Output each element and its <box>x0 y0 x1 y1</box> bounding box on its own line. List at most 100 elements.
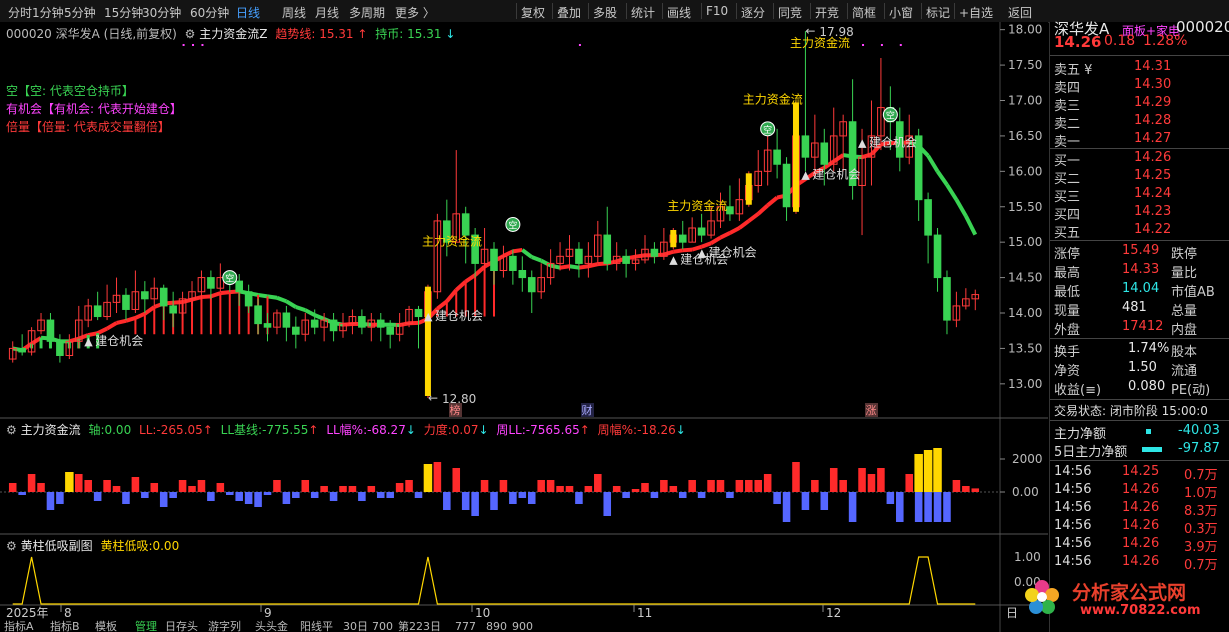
ask-label: 卖二 <box>1054 117 1081 132</box>
bottom-tab-12[interactable]: 890 <box>486 620 507 632</box>
flow-yellow-bar <box>923 450 933 492</box>
bottom-tab-6[interactable]: 头头金 <box>255 619 288 632</box>
flow-bar <box>216 483 225 492</box>
tick-row: 14:56 14.26 3.9万 <box>1050 536 1229 555</box>
divider <box>1050 55 1229 56</box>
sub2-name[interactable]: 黄柱低吸副图 <box>21 539 93 553</box>
bottom-tab-8[interactable]: 30日 <box>343 620 368 632</box>
toolbar-button-9[interactable]: 简框 <box>852 4 876 21</box>
toolbar-button-5[interactable]: F10 <box>706 4 728 18</box>
candle-body <box>46 319 55 342</box>
stat2-label: 换手 <box>1054 345 1081 360</box>
net-flow-row: 主力净额 -40.03 <box>1050 423 1229 442</box>
period-tab-4[interactable]: 30分钟 <box>142 4 181 21</box>
flow-bar <box>433 462 442 492</box>
flow-bar <box>499 480 508 492</box>
toolbar-button-12[interactable]: +自选 <box>959 4 993 21</box>
low-arrow-icon: ← <box>428 391 438 405</box>
toolbar-button-2[interactable]: 多股 <box>593 4 617 21</box>
period-tab-6[interactable]: 日线 <box>236 4 260 21</box>
build-triangle-icon: ▲ <box>84 335 93 348</box>
candle-body <box>18 347 26 353</box>
bottom-tab-5[interactable]: 游字列 <box>208 619 241 632</box>
build-triangle-icon: ▲ <box>858 137 867 150</box>
period-tab-5[interactable]: 60分钟 <box>190 4 229 21</box>
toolbar-button-3[interactable]: 统计 <box>631 4 655 21</box>
bottom-tab-10[interactable]: 第223日 <box>398 619 441 632</box>
flow-bar <box>877 468 885 492</box>
toolbar-button-11[interactable]: 标记 <box>926 4 950 21</box>
tick-row: 14:56 14.26 1.0万 <box>1050 482 1229 501</box>
watermark-title: 分析家公式网 <box>1072 582 1187 604</box>
build-chance-label: 建仓机会 <box>869 136 917 150</box>
candle-body <box>141 291 149 300</box>
bottom-tab-1[interactable]: 指标B <box>50 619 80 632</box>
build-triangle-icon: ▲ <box>669 253 678 266</box>
bottom-tab-9[interactable]: 700 <box>372 620 393 632</box>
gear-icon[interactable]: ⚙ <box>185 27 196 41</box>
build-chance-label: 建仓机会 <box>435 309 483 323</box>
tick-price: 14.25 <box>1122 464 1160 479</box>
period-tab-1[interactable]: 1分钟 <box>32 4 64 21</box>
period-tab-10[interactable]: 更多 〉 <box>395 4 435 21</box>
period-tab-0[interactable]: 分时 <box>8 4 32 21</box>
toolbar-button-6[interactable]: 逐分 <box>741 4 765 21</box>
candle-body <box>650 248 659 257</box>
trend-line-segment <box>587 262 599 269</box>
flow-yellow-bar <box>914 454 923 492</box>
flow-bar <box>414 492 423 498</box>
toolbar-button-1[interactable]: 叠加 <box>557 4 581 21</box>
gear-icon[interactable]: ⚙ <box>6 539 17 553</box>
stat-label: 涨停 <box>1054 247 1081 262</box>
toolbar-button-13[interactable]: 返回 <box>1008 4 1032 21</box>
net-flow-label: 5日主力净额 <box>1054 445 1128 460</box>
sub1-name[interactable]: 主力资金流 <box>21 423 81 437</box>
period-tab-7[interactable]: 周线 <box>282 4 306 21</box>
toolbar-button-4[interactable]: 画线 <box>667 4 691 21</box>
stat-row: 最低 14.04 市值AB <box>1050 281 1229 300</box>
trend-line-segment <box>578 264 589 270</box>
sub1-tick-label: 0.00 <box>1012 485 1039 499</box>
bottom-tab-3[interactable]: 管理 <box>135 619 157 632</box>
bottom-tab-13[interactable]: 900 <box>512 620 533 632</box>
flow-bar <box>622 492 630 498</box>
period-tab-2[interactable]: 5分钟 <box>64 4 96 21</box>
trend-line-segment <box>635 253 646 259</box>
stat-label-2: 市值AB <box>1171 285 1215 300</box>
stat-row: 现量 481 总量 <box>1050 300 1229 319</box>
period-tab-9[interactable]: 多周期 <box>349 4 385 21</box>
time-label: 9 <box>264 606 272 620</box>
toolbar-button-8[interactable]: 开竞 <box>815 4 839 21</box>
indicator-name[interactable]: 主力资金流Z <box>199 27 267 41</box>
candle-body <box>414 308 423 318</box>
flow-bar <box>480 480 489 492</box>
tick-volume: 8.3万 <box>1184 504 1218 519</box>
bottom-tab-11[interactable]: 777 <box>455 620 476 632</box>
candle-body <box>358 316 366 328</box>
toolbar-button-7[interactable]: 同竞 <box>778 4 802 21</box>
flow-bar <box>225 492 234 495</box>
period-tab-8[interactable]: 月线 <box>315 4 339 21</box>
flow-bar <box>952 480 961 492</box>
bottom-tab-4[interactable]: 日存头 <box>165 619 198 632</box>
ask-price: 14.30 <box>1134 77 1172 92</box>
flow-bar <box>273 480 281 492</box>
period-tab-3[interactable]: 15分钟 <box>104 4 143 21</box>
stat-value: 17412 <box>1122 319 1164 334</box>
legend-empty: 空【空: 代表空仓持币】 <box>6 84 134 98</box>
toolbar-button-10[interactable]: 小窗 <box>889 4 913 21</box>
flow-bar <box>848 492 857 522</box>
flow-bar <box>235 492 243 501</box>
flow-bar <box>8 483 17 492</box>
gear-icon[interactable]: ⚙ <box>6 423 17 437</box>
signal-dot <box>862 44 865 46</box>
divider <box>1050 460 1229 461</box>
toolbar-button-0[interactable]: 复权 <box>521 4 545 21</box>
bottom-tab-2[interactable]: 模板 <box>95 619 117 632</box>
flow-bar <box>603 492 612 516</box>
trend-value: 15.31 <box>319 27 354 41</box>
trend-line-segment <box>559 264 570 270</box>
ask-label: 卖三 <box>1054 99 1081 114</box>
bottom-tab-0[interactable]: 指标A <box>4 619 34 632</box>
bottom-tab-7[interactable]: 阳线平 <box>300 619 333 632</box>
